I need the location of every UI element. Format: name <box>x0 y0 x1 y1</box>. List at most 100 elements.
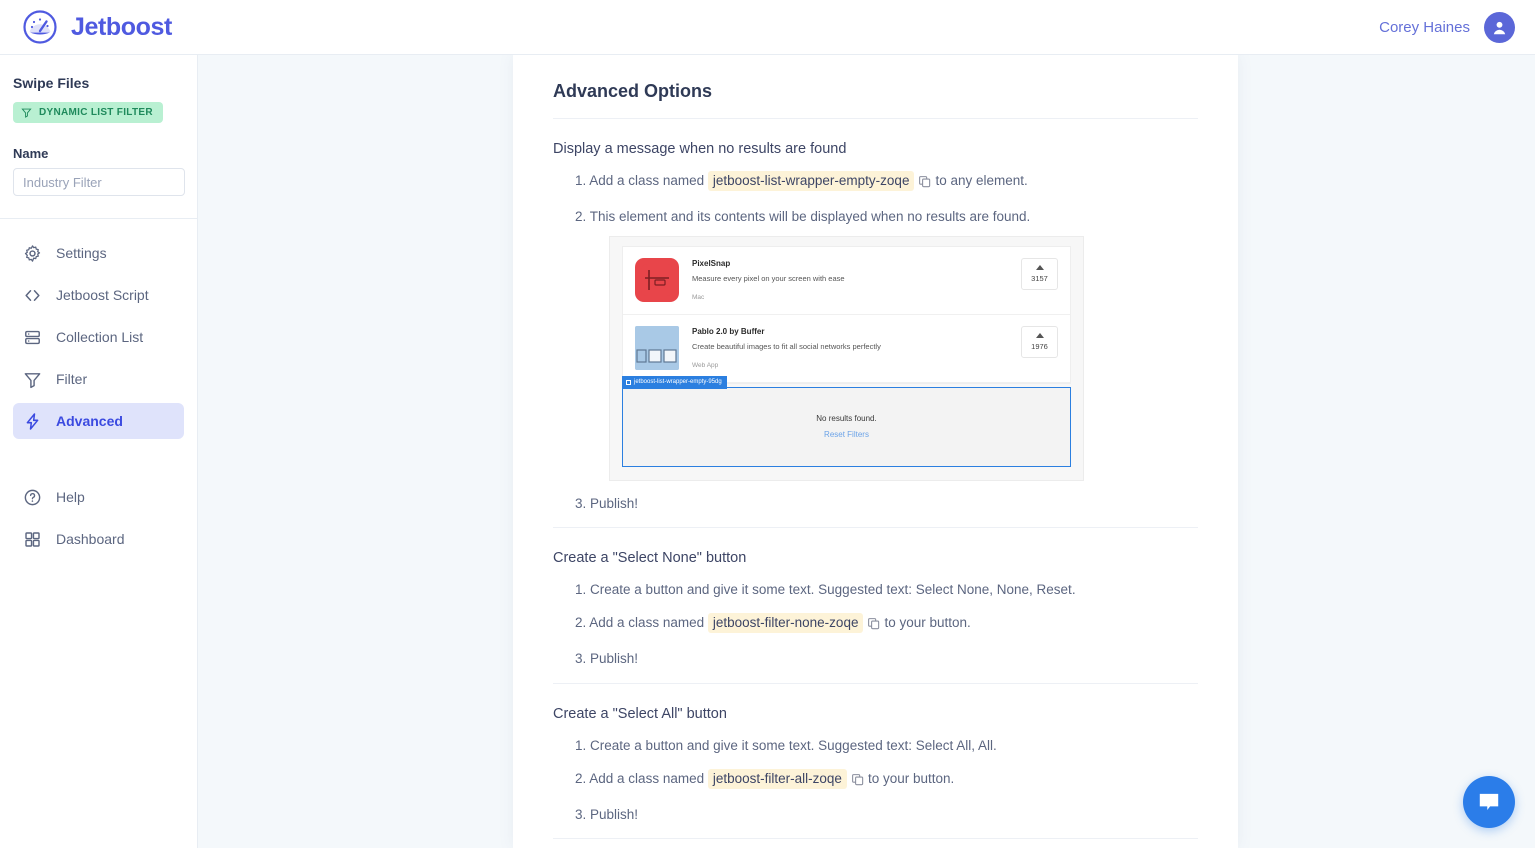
section-heading: Create a "Select None" button <box>553 549 747 566</box>
user-name: Corey Haines <box>1379 18 1470 36</box>
selection-box-icon <box>626 379 631 385</box>
sidebar-item-advanced[interactable]: Advanced <box>13 403 184 439</box>
demo-app-name: PixelSnap <box>692 258 731 268</box>
sidebar-item-label: Filter <box>56 371 88 387</box>
class-name-chip[interactable]: jetboost-list-wrapper-empty-zoqe <box>707 171 915 191</box>
step-item: Add a class named jetboost-filter-none-z… <box>575 613 1198 636</box>
step-item: Publish! <box>575 494 1198 514</box>
chat-bubble-icon <box>1479 793 1499 811</box>
demo-reset-link[interactable]: Reset Filters <box>824 429 869 441</box>
brand[interactable]: Jetboost <box>22 9 172 45</box>
funnel-icon <box>24 372 41 388</box>
step-text-before: Publish! <box>590 651 639 667</box>
section-empty-message: Display a message when no results are fo… <box>553 119 1198 514</box>
collection-stack-icon <box>25 330 40 344</box>
step-list: Create a button and give it some text. S… <box>553 580 1198 670</box>
sidebar-item-dashboard[interactable]: Dashboard <box>13 521 184 557</box>
demo-selection-label-text: jetboost-list-wrapper-empty-95dg <box>634 378 722 385</box>
step-item: This element and its contents will be di… <box>575 207 1198 481</box>
demo-app-desc: Create beautiful images to fit all socia… <box>692 341 881 351</box>
code-brackets-icon <box>25 289 40 301</box>
name-field-label: Name <box>13 146 49 161</box>
class-name-chip[interactable]: jetboost-filter-none-zoqe <box>707 613 864 633</box>
lightning-bolt-icon <box>26 412 39 430</box>
demo-row: PixelSnap Measure every pixel on your sc… <box>623 247 1070 315</box>
step-text-before: Create a button and give it some text. S… <box>590 581 1076 597</box>
class-name-chip[interactable]: jetboost-filter-all-zoqe <box>707 768 847 789</box>
content-card: Advanced Options Display a message when … <box>513 55 1238 848</box>
status-badge-label: DYNAMIC LIST FILTER <box>39 107 153 118</box>
demo-app-desc: Measure every pixel on your screen with … <box>692 273 845 283</box>
user-menu[interactable]: Corey Haines <box>1379 11 1515 43</box>
funnel-icon <box>21 108 32 118</box>
avatar[interactable] <box>1484 11 1515 43</box>
step-text-before: This element and its contents will be di… <box>589 209 1031 225</box>
section-select-all: Create a "Select All" button Create a bu… <box>553 684 1198 826</box>
user-avatar-icon <box>1493 21 1506 34</box>
name-input[interactable] <box>13 168 185 196</box>
section-heading: Display a message when no results are fo… <box>553 141 847 157</box>
step-text-after: to your button. <box>867 770 955 786</box>
app-thumbnail <box>635 325 679 370</box>
sidebar: Swipe Files DYNAMIC LIST FILTER Name Set… <box>0 55 198 848</box>
sidebar-title: Swipe Files <box>13 75 90 91</box>
demo-empty-state: No results found. Reset Filters <box>622 386 1071 467</box>
copy-icon[interactable] <box>851 772 864 792</box>
step-item: Publish! <box>575 805 1198 825</box>
demo-selection-label: jetboost-list-wrapper-empty-95dg <box>622 375 727 389</box>
upvote-caret-icon <box>1035 332 1044 338</box>
demo-empty-text: No results found. <box>816 413 877 423</box>
copy-icon[interactable] <box>918 174 931 194</box>
demo-app-tag: Web App <box>692 361 719 369</box>
step-text-before: Add a class named <box>589 173 705 188</box>
demo-row-body: PixelSnap Measure every pixel on your sc… <box>692 258 1008 303</box>
upvote-caret-icon <box>1035 264 1044 270</box>
demo-row: Pablo 2.0 by Buffer Create beautiful ima… <box>623 315 1070 383</box>
step-item: Publish! <box>575 649 1198 669</box>
step-text-before: Add a class named <box>589 615 705 630</box>
sidebar-item-settings[interactable]: Settings <box>13 235 184 271</box>
copy-icon[interactable] <box>867 616 880 636</box>
top-bar: Jetboost Corey Haines <box>0 0 1535 55</box>
step-list: Create a button and give it some text. S… <box>553 736 1198 826</box>
demo-screenshot: PixelSnap Measure every pixel on your sc… <box>609 235 1084 481</box>
sidebar-item-collection-list[interactable]: Collection List <box>13 319 184 355</box>
step-item: Add a class named jetboost-list-wrapper-… <box>575 171 1198 194</box>
speedometer-icon <box>23 10 57 44</box>
step-item: Create a button and give it some text. S… <box>575 736 1198 756</box>
app-thumbnail <box>635 257 679 302</box>
sidebar-item-jetboost-script[interactable]: Jetboost Script <box>13 277 184 313</box>
demo-upvote-box[interactable]: 1976 <box>1021 325 1058 358</box>
step-text-after: to your button. <box>884 615 971 630</box>
sidebar-item-label: Collection List <box>56 329 144 345</box>
status-badge: DYNAMIC LIST FILTER <box>13 102 163 123</box>
demo-upvote-box[interactable]: 3157 <box>1021 257 1058 290</box>
brand-name: Jetboost <box>71 12 172 41</box>
page-title: Advanced Options <box>553 81 713 101</box>
grid-icon <box>25 531 40 547</box>
demo-app-tag: Mac <box>692 293 705 301</box>
sidebar-item-label: Settings <box>56 245 107 261</box>
section-heading: Create a "Select All" button <box>553 705 727 722</box>
step-text-before: Create a button and give it some text. S… <box>590 737 997 753</box>
demo-vote-count: 3157 <box>1031 273 1048 283</box>
sidebar-header: Swipe Files DYNAMIC LIST FILTER Name <box>0 55 197 196</box>
gear-icon <box>24 244 41 262</box>
step-item: Add a class named jetboost-filter-all-zo… <box>575 768 1198 792</box>
sidebar-nav: Settings Jetboost Script Collection List… <box>0 219 197 557</box>
sidebar-item-label: Advanced <box>56 413 123 429</box>
section-select-none: Create a "Select None" button Create a b… <box>553 528 1198 670</box>
step-text-before: Publish! <box>590 495 639 511</box>
demo-app-name: Pablo 2.0 by Buffer <box>692 326 765 336</box>
demo-row-body: Pablo 2.0 by Buffer Create beautiful ima… <box>692 326 1008 371</box>
chat-widget-button[interactable] <box>1463 776 1515 828</box>
step-text-before: Add a class named <box>589 770 705 786</box>
sidebar-item-help[interactable]: Help <box>13 479 184 515</box>
step-text-before: Publish! <box>590 807 639 822</box>
section-reset-all-filters: Create a "Reset All Filters" button It's… <box>553 839 1198 848</box>
demo-list: PixelSnap Measure every pixel on your sc… <box>622 245 1071 384</box>
sidebar-item-filter[interactable]: Filter <box>13 361 184 397</box>
step-item: Create a button and give it some text. S… <box>575 580 1198 600</box>
sidebar-item-label: Help <box>56 489 85 505</box>
